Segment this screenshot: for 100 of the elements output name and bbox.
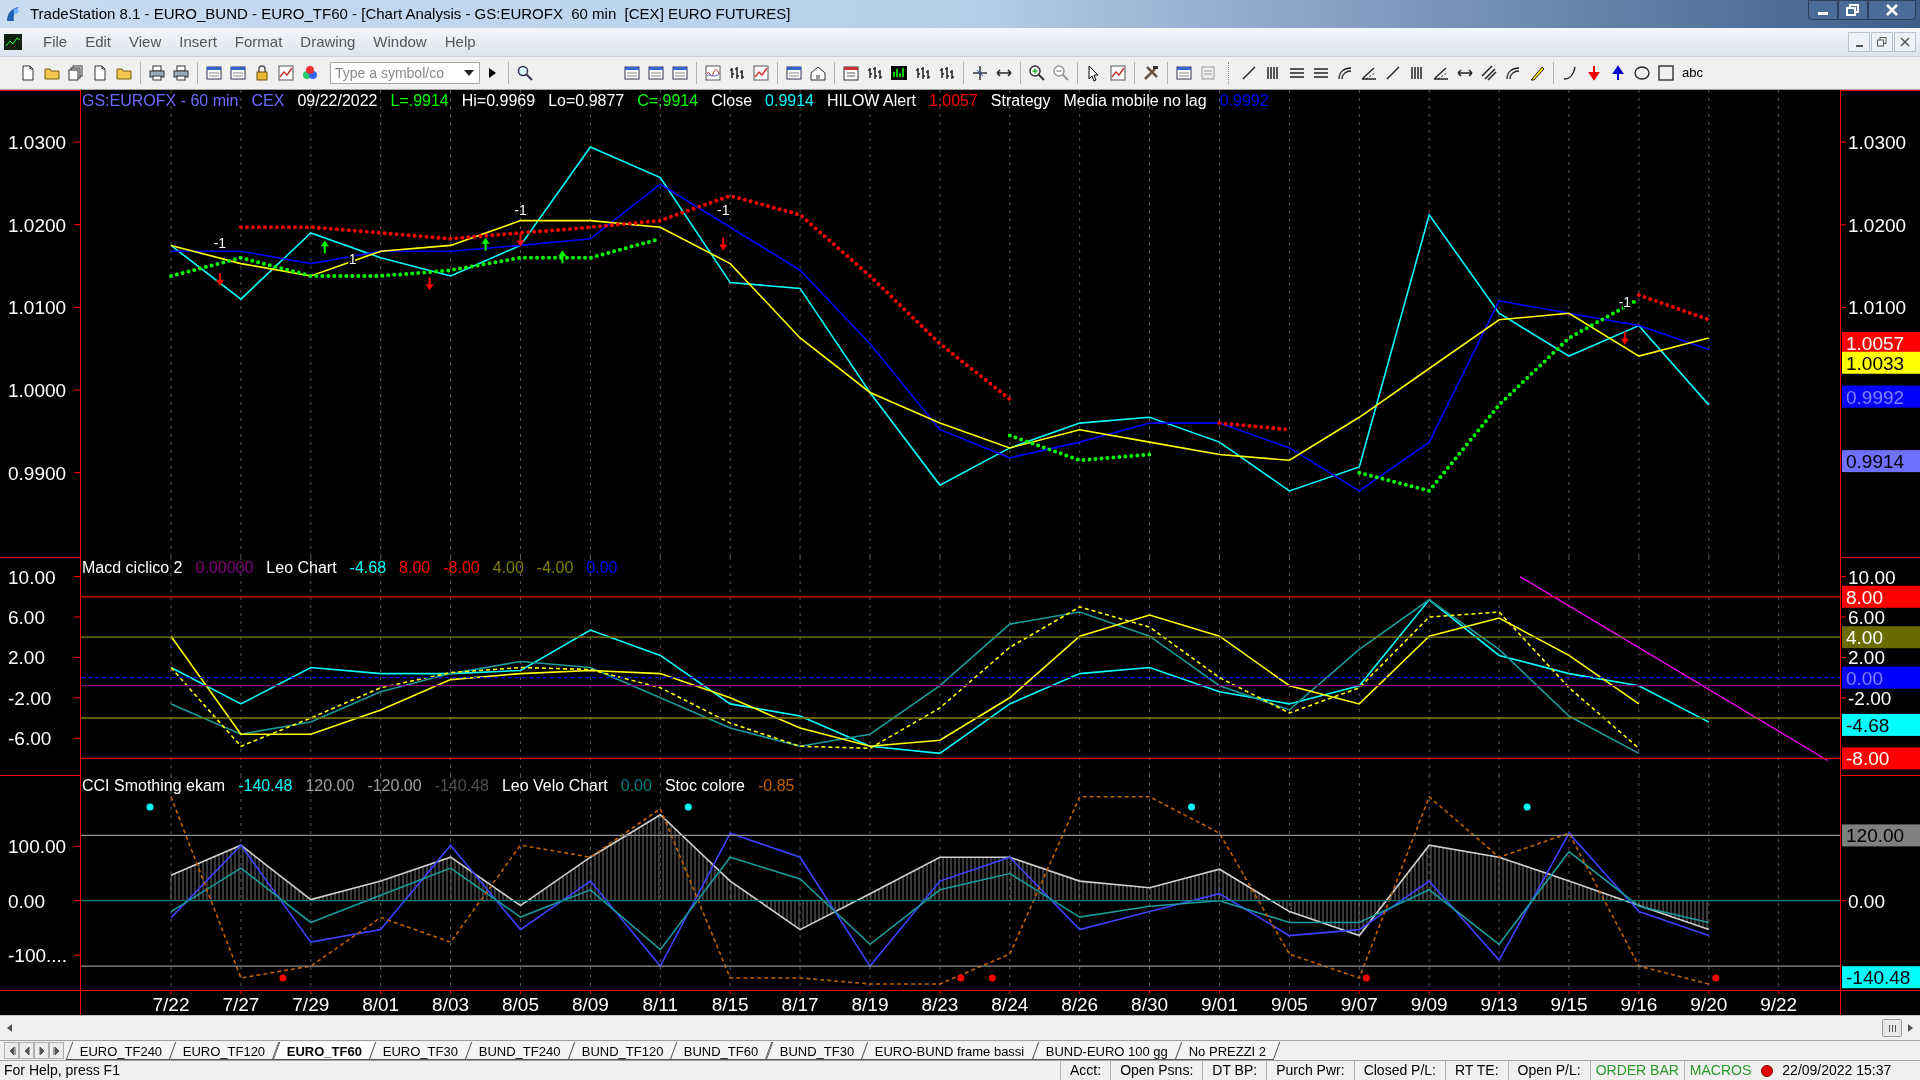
document-close-button[interactable] [1894, 32, 1916, 52]
sheet-tab[interactable]: EURO_TF60 [272, 1042, 377, 1060]
menu-item[interactable]: Help [435, 30, 485, 54]
menu-item[interactable]: Edit [76, 30, 121, 54]
indicator-label: 09/22/2022 [297, 92, 378, 109]
sheet-tab[interactable]: BUND_TF240 [464, 1042, 575, 1060]
date-label: 9/13 [1480, 994, 1518, 1015]
axis-label: 0.00 [8, 890, 45, 912]
grip-icon [1887, 1023, 1897, 1033]
indicator-label: CCI Smothing ekam [82, 777, 226, 794]
value-marker: -8.00 [1842, 747, 1920, 770]
menu-item[interactable]: Format [225, 30, 292, 54]
axis-label: -2.00 [1848, 687, 1892, 709]
axis-label: 2.00 [8, 647, 45, 669]
date-label: 8/23 [921, 994, 959, 1015]
tab-first-button[interactable] [4, 1042, 19, 1059]
axis-label: -2.00 [8, 687, 52, 709]
date-label: 8/26 [1061, 994, 1099, 1015]
last-arrow-icon [52, 1045, 61, 1056]
text-tool-button[interactable]: abc [1678, 63, 1707, 83]
sheet-tab[interactable]: BUND_TF30 [765, 1042, 869, 1060]
date-label: 7/29 [292, 994, 330, 1015]
axis-label: 0.9900 [8, 462, 67, 484]
date-label: 8/17 [781, 994, 819, 1015]
date-label: 9/16 [1620, 994, 1658, 1015]
indicator-label: Stoc colore [664, 777, 745, 794]
tab-last-button[interactable] [49, 1042, 64, 1059]
menu-item[interactable]: Drawing [291, 30, 365, 54]
close-button[interactable] [1868, 0, 1916, 20]
indicator-label: Lo=0.9877 [548, 92, 625, 109]
sheet-tab[interactable]: EURO_TF240 [65, 1042, 177, 1060]
indicator-label: CEX [251, 92, 285, 109]
up-arrow-icon [481, 237, 490, 251]
sheet-tab[interactable]: BUND-EURO 100 gg [1031, 1042, 1183, 1060]
restore-icon [1877, 37, 1887, 47]
date-label: 7/27 [222, 994, 260, 1015]
indicator-label: 0.00 [620, 777, 652, 794]
minimize-button[interactable] [1808, 0, 1838, 20]
indicator-label: -120.00 [367, 777, 422, 794]
indicator-label: 8.00 [399, 559, 431, 576]
axis-label: 2.00 [1848, 647, 1885, 669]
indicator-label: -0.85 [757, 777, 795, 794]
sheet-tab[interactable]: BUND_TF60 [670, 1042, 773, 1060]
indicator-label: 0.00 [586, 559, 618, 576]
menu-item[interactable]: File [34, 30, 77, 54]
axis-label: 100.00 [8, 836, 67, 858]
minimize-icon [1818, 11, 1828, 15]
down-arrow-icon [516, 233, 525, 247]
date-label: 8/11 [642, 994, 679, 1015]
date-label: 9/01 [1201, 994, 1238, 1015]
menu-item[interactable]: View [120, 30, 171, 54]
date-label: 8/19 [851, 994, 889, 1015]
indicator-label: GS:EUROFX - 60 min [82, 92, 239, 109]
value-marker: 0.00 [1842, 666, 1920, 689]
axis-label: 1.0300 [8, 132, 67, 154]
down-arrow-icon [215, 273, 224, 287]
down-arrow-icon [1620, 331, 1629, 345]
document-minimize-button[interactable] [1848, 32, 1870, 52]
axis-label: -6.00 [8, 728, 52, 750]
status-field: Closed P/L: [1353, 1060, 1445, 1080]
document-restore-button[interactable] [1871, 32, 1893, 52]
signal-label: -1 [514, 201, 527, 218]
date-time: 22/09/2022 15:37 [1781, 1061, 1893, 1080]
tab-next-button[interactable] [34, 1042, 49, 1059]
sheet-tab[interactable]: No PREZZI 2 [1174, 1042, 1281, 1060]
previous-arrow-icon [22, 1045, 31, 1056]
indicator-label: 4.00 [492, 559, 524, 576]
sheet-tab[interactable]: EURO-BUND frame bassi [860, 1042, 1039, 1060]
indicator-label: 0.9992 [1219, 92, 1269, 109]
left-arrow-icon [5, 1023, 13, 1033]
chart-app-icon[interactable] [4, 34, 22, 50]
date-label: 8/09 [571, 994, 609, 1015]
indicator-label: 120.00 [305, 777, 355, 794]
axis-label: 1.0100 [8, 297, 67, 319]
restore-button[interactable] [1838, 0, 1868, 20]
indicator-label: -4.00 [536, 559, 574, 576]
date-label: 9/05 [1270, 994, 1308, 1015]
tab-previous-button[interactable] [19, 1042, 34, 1059]
signal-label: -1 [717, 201, 730, 218]
value-marker: 4.00 [1842, 626, 1920, 649]
signal-label: -1 [1618, 294, 1632, 311]
indicator-label: 0.00000 [195, 559, 254, 576]
date-label: 8/24 [991, 994, 1029, 1015]
status-field: DT BP: [1202, 1060, 1267, 1080]
down-arrow-icon [719, 237, 728, 251]
window-title: TradeStation 8.1 - EURO_BUND - EURO_TF60 - [Chart Analysis - GS:EUROFX 60 min [CEX] EURO FUTURES] [30, 3, 791, 24]
symbol-field[interactable]: Type a symbol/co [330, 62, 480, 84]
indicator-label: Strategy [990, 92, 1051, 109]
menu-item[interactable]: Window [364, 30, 436, 54]
sheet-tab[interactable]: BUND_TF120 [567, 1042, 678, 1060]
date-label: 9/22 [1760, 994, 1798, 1015]
sheet-tab[interactable]: EURO_TF30 [368, 1042, 473, 1060]
scroll-thumb[interactable] [1882, 1019, 1902, 1037]
signal-label: -1 [213, 234, 227, 251]
indicator-label: L=.9914 [390, 92, 449, 109]
value-marker: 120.00 [1842, 824, 1920, 847]
value-marker: 8.00 [1842, 585, 1920, 608]
indicator-label: HILOW Alert [827, 92, 916, 109]
value-marker: 1.0057 [1842, 331, 1920, 354]
menu-item[interactable]: Insert [170, 30, 226, 54]
